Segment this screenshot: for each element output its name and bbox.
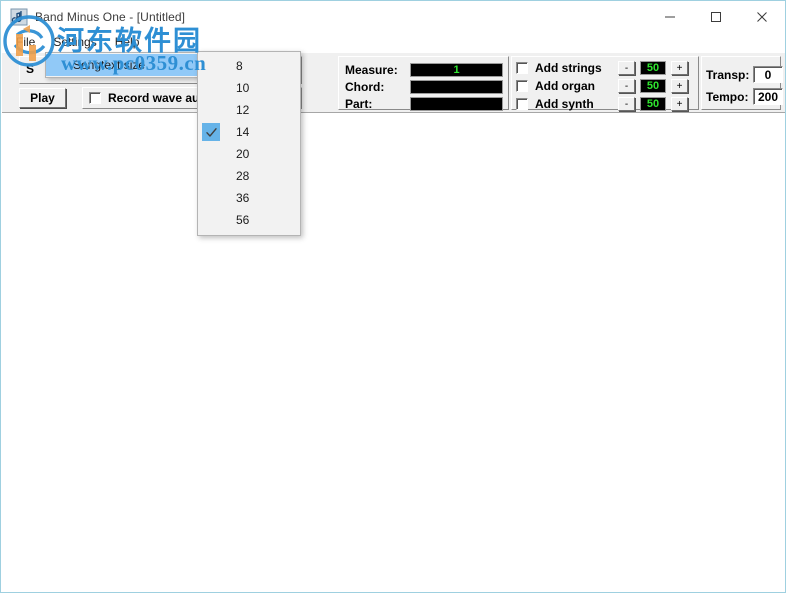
size-option-56-label: 56 bbox=[236, 213, 250, 227]
chord-value bbox=[410, 79, 503, 94]
part-label: Part: bbox=[345, 96, 373, 111]
add-organ-row: Add organ - 50 + bbox=[516, 78, 688, 94]
maximize-button[interactable] bbox=[693, 1, 739, 32]
size-option-28[interactable]: 28 bbox=[198, 165, 300, 187]
check-icon bbox=[202, 123, 220, 141]
chord-label: Chord: bbox=[345, 79, 385, 94]
add-strings-checkbox[interactable] bbox=[516, 62, 528, 74]
window-controls bbox=[647, 1, 785, 32]
add-synth-checkbox[interactable] bbox=[516, 98, 528, 110]
tempo-label: Tempo: bbox=[706, 89, 749, 104]
add-organ-label: Add organ bbox=[535, 79, 595, 93]
part-value bbox=[410, 96, 503, 111]
size-option-56[interactable]: 56 bbox=[198, 209, 300, 231]
strings-volume-increase-button[interactable]: + bbox=[671, 61, 688, 75]
organ-volume-decrease-button[interactable]: - bbox=[618, 79, 635, 93]
record-wave-label: Record wave au bbox=[108, 91, 200, 105]
size-option-10[interactable]: 10 bbox=[198, 77, 300, 99]
size-option-36[interactable]: 36 bbox=[198, 187, 300, 209]
chord-row: Chord: bbox=[345, 79, 503, 94]
transpose-label: Transp: bbox=[706, 67, 750, 82]
transpose-tempo-group: Transp: 0 Tempo: 200 bbox=[701, 56, 783, 110]
tempo-input[interactable]: 200 bbox=[753, 88, 783, 105]
menubar-item-file[interactable]: File bbox=[7, 34, 44, 51]
music-note-icon bbox=[10, 8, 28, 26]
measure-label: Measure: bbox=[345, 62, 398, 77]
strings-volume-decrease-button[interactable]: - bbox=[618, 61, 635, 75]
strings-volume-value: 50 bbox=[640, 61, 666, 75]
measure-row: Measure: 1 bbox=[345, 62, 503, 77]
synth-volume-increase-button[interactable]: + bbox=[671, 97, 688, 111]
synth-volume-value: 50 bbox=[640, 97, 666, 111]
record-wave-checkbox[interactable] bbox=[89, 92, 101, 104]
add-organ-checkbox[interactable] bbox=[516, 80, 528, 92]
songtext-size-submenu: 8 10 12 14 20 28 36 56 bbox=[197, 51, 301, 236]
add-synth-label: Add synth bbox=[535, 97, 594, 111]
size-option-8[interactable]: 8 bbox=[198, 55, 300, 77]
close-button[interactable] bbox=[739, 1, 785, 32]
minimize-button[interactable] bbox=[647, 1, 693, 32]
menubar-item-help[interactable]: Help bbox=[106, 34, 149, 51]
size-option-12-label: 12 bbox=[236, 103, 250, 117]
title-bar: Band Minus One - [Untitled] bbox=[1, 1, 785, 32]
size-option-20[interactable]: 20 bbox=[198, 143, 300, 165]
size-option-12[interactable]: 12 bbox=[198, 99, 300, 121]
size-option-14-label: 14 bbox=[236, 125, 250, 139]
tempo-row: Tempo: 200 bbox=[706, 88, 783, 105]
songtext-content-area[interactable] bbox=[2, 113, 785, 592]
size-option-10-label: 10 bbox=[236, 81, 250, 95]
organ-volume-increase-button[interactable]: + bbox=[671, 79, 688, 93]
part-row: Part: bbox=[345, 96, 503, 111]
synth-volume-decrease-button[interactable]: - bbox=[618, 97, 635, 111]
add-strings-row: Add strings - 50 + bbox=[516, 60, 688, 76]
size-option-20-label: 20 bbox=[236, 147, 250, 161]
close-icon bbox=[757, 11, 767, 22]
window-title: Band Minus One - [Untitled] bbox=[35, 9, 186, 24]
measure-value: 1 bbox=[410, 62, 503, 77]
instrument-group: Add strings - 50 + Add organ - 50 + Add … bbox=[511, 56, 699, 112]
transpose-row: Transp: 0 bbox=[706, 66, 783, 83]
size-option-8-label: 8 bbox=[236, 59, 243, 73]
menu-bar: File Settings Help bbox=[1, 32, 785, 52]
add-synth-row: Add synth - 50 + bbox=[516, 96, 688, 112]
menu-item-songtext-size-label: Songtext size bbox=[73, 58, 146, 72]
size-option-28-label: 28 bbox=[236, 169, 250, 183]
menubar-item-settings[interactable]: Settings bbox=[44, 34, 105, 51]
song-info-group: Measure: 1 Chord: Part: bbox=[338, 56, 509, 111]
play-button[interactable]: Play bbox=[19, 88, 66, 108]
add-strings-label: Add strings bbox=[535, 61, 602, 75]
song-label: S bbox=[26, 62, 35, 76]
size-option-14[interactable]: 14 bbox=[198, 121, 300, 143]
organ-volume-value: 50 bbox=[640, 79, 666, 93]
maximize-icon bbox=[711, 11, 721, 22]
size-option-36-label: 36 bbox=[236, 191, 250, 205]
transpose-input[interactable]: 0 bbox=[753, 66, 783, 83]
minimize-icon bbox=[665, 16, 675, 17]
application-window: Band Minus One - [Untitled] File Setting… bbox=[0, 0, 786, 593]
